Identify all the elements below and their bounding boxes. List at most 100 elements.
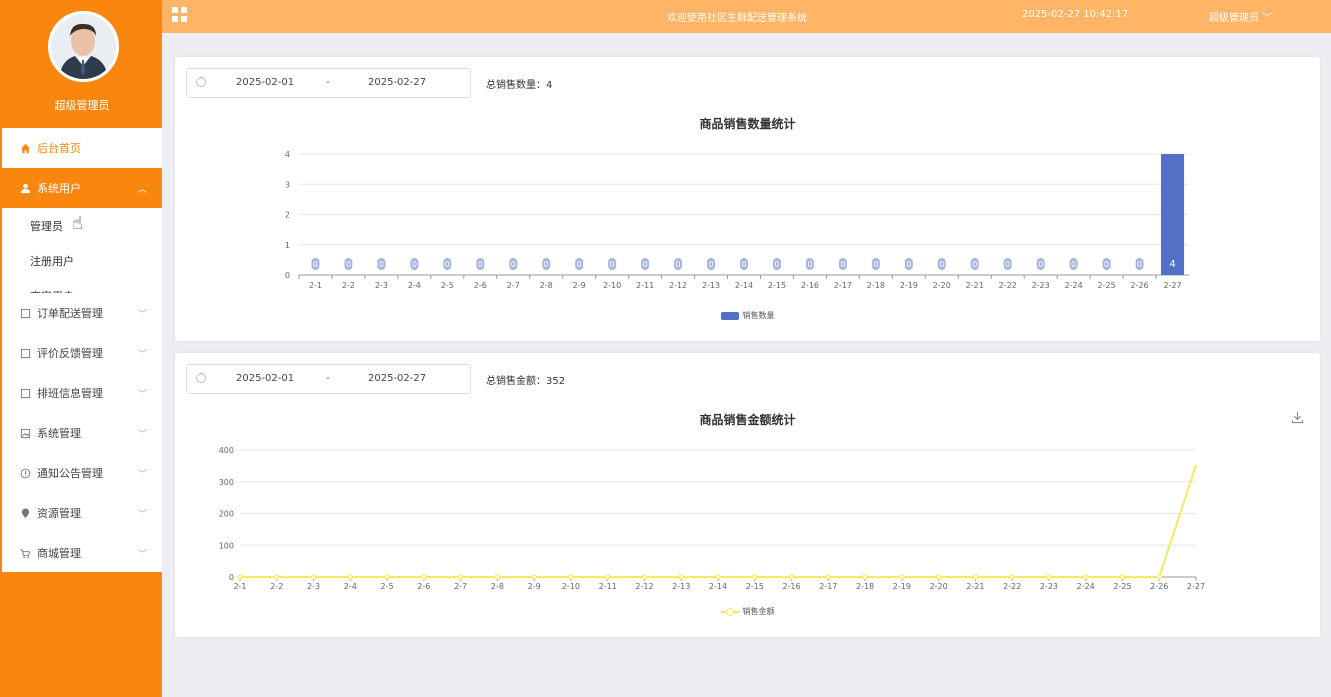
sidebar-item-order-delivery[interactable]: 订单配送管理 ﹀ (2, 293, 162, 333)
x-tick-label: 2-24 (1065, 281, 1083, 290)
x-tick-label: 2-2 (342, 281, 355, 290)
sidebar-item-system-management[interactable]: 系统管理 ﹀ (2, 413, 162, 453)
sidebar-item-label: 系统管理 (37, 427, 81, 440)
bar-data-label: 0 (544, 260, 549, 269)
sidebar-item-system-users[interactable]: 系统用户 ︿ (2, 168, 162, 208)
sidebar-item-resources[interactable]: 资源管理 ﹀ (2, 493, 162, 533)
x-tick-label: 2-8 (491, 582, 504, 591)
chevron-down-icon: ﹀ (137, 430, 147, 440)
x-tick-label: 2-8 (540, 281, 553, 290)
x-tick-label: 2-14 (735, 281, 753, 290)
sales-quantity-card: 2025-02-01 - 2025-02-27 总销售数量：4 商品销售数量统计… (175, 57, 1320, 341)
data-point (1009, 574, 1015, 580)
line-chart: 0 100 200 300 400 2-1 2-2 2-3 2-4 2-5 2-6 2-7 2-8 2-9… (219, 446, 1205, 591)
x-tick-label: 2-16 (782, 582, 800, 591)
submenu-item-merchant-users[interactable]: 商家用户 (2, 278, 162, 293)
sidebar-footer (2, 572, 162, 697)
chevron-down-icon: ﹀ (137, 470, 147, 480)
sidebar-menu: 后台首页 系统用户 ︿ 管理员 注册用户 商家用户 订单配送管理 ﹀ (2, 128, 162, 573)
data-point (972, 574, 979, 580)
home-icon (19, 142, 31, 154)
chevron-up-icon: ︿ (137, 185, 147, 195)
x-tick-label: 2-10 (603, 281, 621, 290)
bar-data-label: 0 (676, 260, 681, 269)
x-tick-label: 2-6 (417, 582, 430, 591)
x-tick-label: 2-3 (307, 582, 320, 591)
data-point (678, 574, 685, 580)
bar-data-label: 0 (906, 260, 911, 269)
x-tick-label: 2-20 (930, 582, 948, 591)
hand-cursor-icon: ☝ (72, 213, 83, 234)
sidebar-item-label: 评价反馈管理 (37, 347, 103, 360)
x-tick-label: 2-1 (309, 281, 322, 290)
bar-data-label: 0 (610, 260, 615, 269)
x-tick-label: 2-13 (702, 281, 720, 290)
x-tick-label: 2-17 (819, 582, 837, 591)
data-point (641, 574, 648, 580)
legend-swatch (720, 311, 739, 320)
welcome-text: 欢迎使用社区生鲜配送管理系统 (667, 13, 807, 24)
sidebar: 超级管理员 后台首页 系统用户 ︿ 管理员 注册用户 商家用户 (0, 0, 162, 697)
bar-data-label: 0 (577, 260, 582, 269)
bar-data-label: 0 (972, 260, 977, 269)
x-tick-label: 2-23 (1032, 281, 1050, 290)
sidebar-item-feedback[interactable]: 评价反馈管理 ﹀ (2, 333, 162, 373)
data-point (899, 574, 905, 580)
x-tick-label: 2-6 (474, 281, 487, 290)
bar-data-label: 0 (708, 260, 713, 269)
user-dropdown[interactable]: 超级管理员 ﹀ (1209, 9, 1272, 24)
x-tick-label: 2-25 (1113, 582, 1131, 591)
bar-data-label: 0 (741, 260, 746, 269)
x-tick-label: 2-17 (834, 281, 852, 290)
file-icon (19, 307, 31, 319)
y-tick-label: 3 (285, 180, 290, 189)
x-tick-label: 2-16 (801, 281, 819, 290)
chart-legend[interactable]: 销售数量 (175, 310, 1320, 321)
bar-data-label: 0 (445, 260, 450, 269)
bar-data-label: 0 (379, 260, 384, 269)
x-tick-label: 2-13 (672, 582, 690, 591)
cart-icon (19, 547, 31, 559)
data-point (457, 574, 464, 580)
x-tick-label: 2-18 (856, 582, 874, 591)
data-point (237, 574, 243, 580)
data-point (604, 574, 611, 580)
bar-chart: 012342-102-202-302-402-502-602-702-802-9… (285, 150, 1189, 290)
data-point (347, 574, 354, 580)
sidebar-item-announcements[interactable]: 通知公告管理 ﹀ (2, 453, 162, 493)
chevron-down-icon: ﹀ (137, 390, 147, 400)
sidebar-item-label: 商城管理 (37, 547, 81, 560)
sidebar-item-schedule[interactable]: 排班信息管理 ﹀ (2, 373, 162, 413)
data-point (715, 574, 721, 580)
chart-legend[interactable]: 销售金额 (175, 606, 1320, 617)
data-point (310, 574, 317, 580)
legend-label: 销售金额 (742, 607, 775, 616)
bar-data-label: 0 (412, 260, 417, 269)
header-datetime: 2025-02-27 10:42:17 (1022, 9, 1129, 20)
y-tick-label: 0 (229, 573, 234, 582)
sidebar-item-home[interactable]: 后台首页 (2, 128, 162, 168)
data-point (273, 574, 280, 580)
y-tick-label: 100 (219, 541, 234, 550)
bar-data-label: 0 (1071, 260, 1076, 269)
data-point (1082, 574, 1089, 580)
bar-data-label: 0 (774, 260, 779, 269)
bar-data-label: 0 (511, 260, 516, 269)
x-tick-label: 2-19 (900, 281, 918, 290)
submenu-item-registered-users[interactable]: 注册用户 (2, 243, 162, 278)
bar-data-label: 0 (1005, 260, 1010, 269)
menu-grid-icon[interactable] (172, 7, 187, 22)
sidebar-item-label: 通知公告管理 (37, 467, 103, 480)
x-tick-label: 2-5 (441, 281, 454, 290)
data-point (825, 574, 832, 580)
bar-data-label: 0 (1038, 260, 1043, 269)
avatar[interactable] (48, 11, 119, 82)
file-icon (19, 387, 31, 399)
x-tick-label: 2-12 (635, 582, 653, 591)
x-tick-label: 2-20 (933, 281, 951, 290)
data-point (531, 574, 537, 580)
x-tick-label: 2-11 (636, 281, 654, 290)
x-tick-label: 2-1 (233, 582, 246, 591)
location-icon (19, 507, 31, 519)
sidebar-item-mall[interactable]: 商城管理 ﹀ (2, 533, 162, 573)
